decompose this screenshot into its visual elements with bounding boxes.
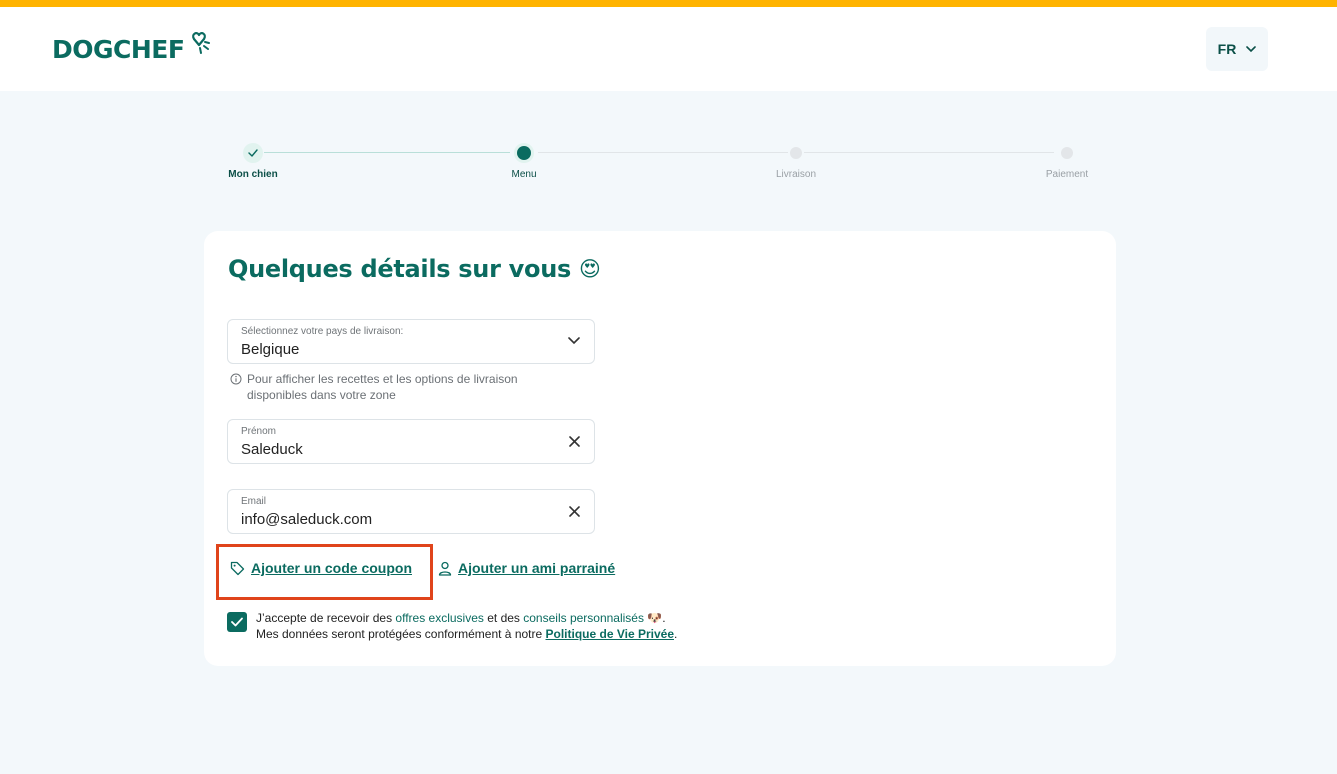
check-icon (248, 149, 258, 157)
marketing-consent: J’accepte de recevoir des offres exclusi… (227, 610, 677, 642)
privacy-policy-link[interactable]: Politique de Vie Privée (546, 627, 675, 641)
progress-stepper: Mon chien Menu Livraison Paiement (0, 140, 1337, 190)
language-code: FR (1217, 41, 1237, 57)
consent-text-part: et des (483, 611, 524, 625)
chef-hat-heart-icon (192, 32, 211, 54)
dog-emoji: 🐶 (647, 611, 663, 625)
consent-text-part: J’accepte de recevoir des (256, 611, 396, 625)
step-todo-indicator (790, 147, 802, 159)
clear-icon[interactable] (569, 436, 580, 447)
country-select[interactable]: Sélectionnez votre pays de livraison: Be… (227, 319, 595, 364)
logo-text: DOGCHEF (52, 35, 185, 64)
step-todo-indicator (1061, 147, 1073, 159)
tag-icon (230, 561, 245, 575)
country-label: Sélectionnez votre pays de livraison: (241, 326, 404, 337)
country-hint-text: Pour afficher les recettes et les option… (247, 372, 518, 402)
step-connector (264, 152, 510, 153)
language-selector[interactable]: FR (1206, 27, 1268, 71)
page-title: Quelques détails sur vous 😍 (228, 255, 601, 283)
step-label-livraison: Livraison (775, 169, 817, 180)
info-icon (230, 373, 242, 385)
add-coupon-label: Ajouter un code coupon (251, 560, 412, 576)
add-referral-link[interactable]: Ajouter un ami parrainé (438, 560, 615, 576)
email-field[interactable]: Email info@saleduck.com (227, 489, 595, 534)
details-card: Quelques détails sur vous 😍 Sélectionnez… (204, 231, 1116, 666)
email-value: info@saleduck.com (241, 511, 373, 528)
step-connector (538, 152, 788, 153)
consent-text: J’accepte de recevoir des offres exclusi… (256, 610, 677, 642)
step-current-indicator[interactable] (514, 143, 534, 163)
step-label-mon-chien[interactable]: Mon chien (228, 169, 277, 180)
first-name-label: Prénom (241, 426, 277, 437)
first-name-field[interactable]: Prénom Saleduck (227, 419, 595, 464)
consent-advice-highlight: conseils personnalisés (523, 611, 644, 625)
add-referral-label: Ajouter un ami parrainé (458, 560, 616, 576)
check-icon (231, 617, 243, 627)
dogchef-logo[interactable]: DOGCHEF (52, 32, 213, 64)
consent-text-part: . (662, 611, 666, 625)
header: DOGCHEF FR (0, 7, 1337, 91)
step-label-menu[interactable]: Menu (511, 169, 536, 180)
email-label: Email (241, 496, 267, 507)
step-done-indicator[interactable] (243, 143, 263, 163)
heart-eyes-emoji: 😍 (578, 257, 601, 281)
consent-checkbox[interactable] (227, 612, 247, 632)
consent-offers-highlight: offres exclusives (395, 611, 484, 625)
add-coupon-link[interactable]: Ajouter un code coupon (230, 560, 412, 576)
step-connector (804, 152, 1054, 153)
extra-links: Ajouter un code coupon Ajouter un ami pa… (216, 544, 626, 600)
chevron-down-icon (1246, 45, 1257, 52)
first-name-value: Saleduck (241, 441, 303, 458)
consent-privacy-text: Mes données seront protégées conformémen… (256, 627, 546, 641)
top-accent-bar (0, 0, 1337, 7)
country-hint: Pour afficher les recettes et les option… (230, 371, 570, 403)
consent-text-part: . (674, 627, 678, 641)
user-icon (438, 561, 452, 576)
step-label-paiement: Paiement (1045, 169, 1089, 180)
country-value: Belgique (241, 341, 300, 358)
page-title-text: Quelques détails sur vous (228, 255, 571, 283)
chevron-down-icon (568, 337, 580, 345)
clear-icon[interactable] (569, 506, 580, 517)
